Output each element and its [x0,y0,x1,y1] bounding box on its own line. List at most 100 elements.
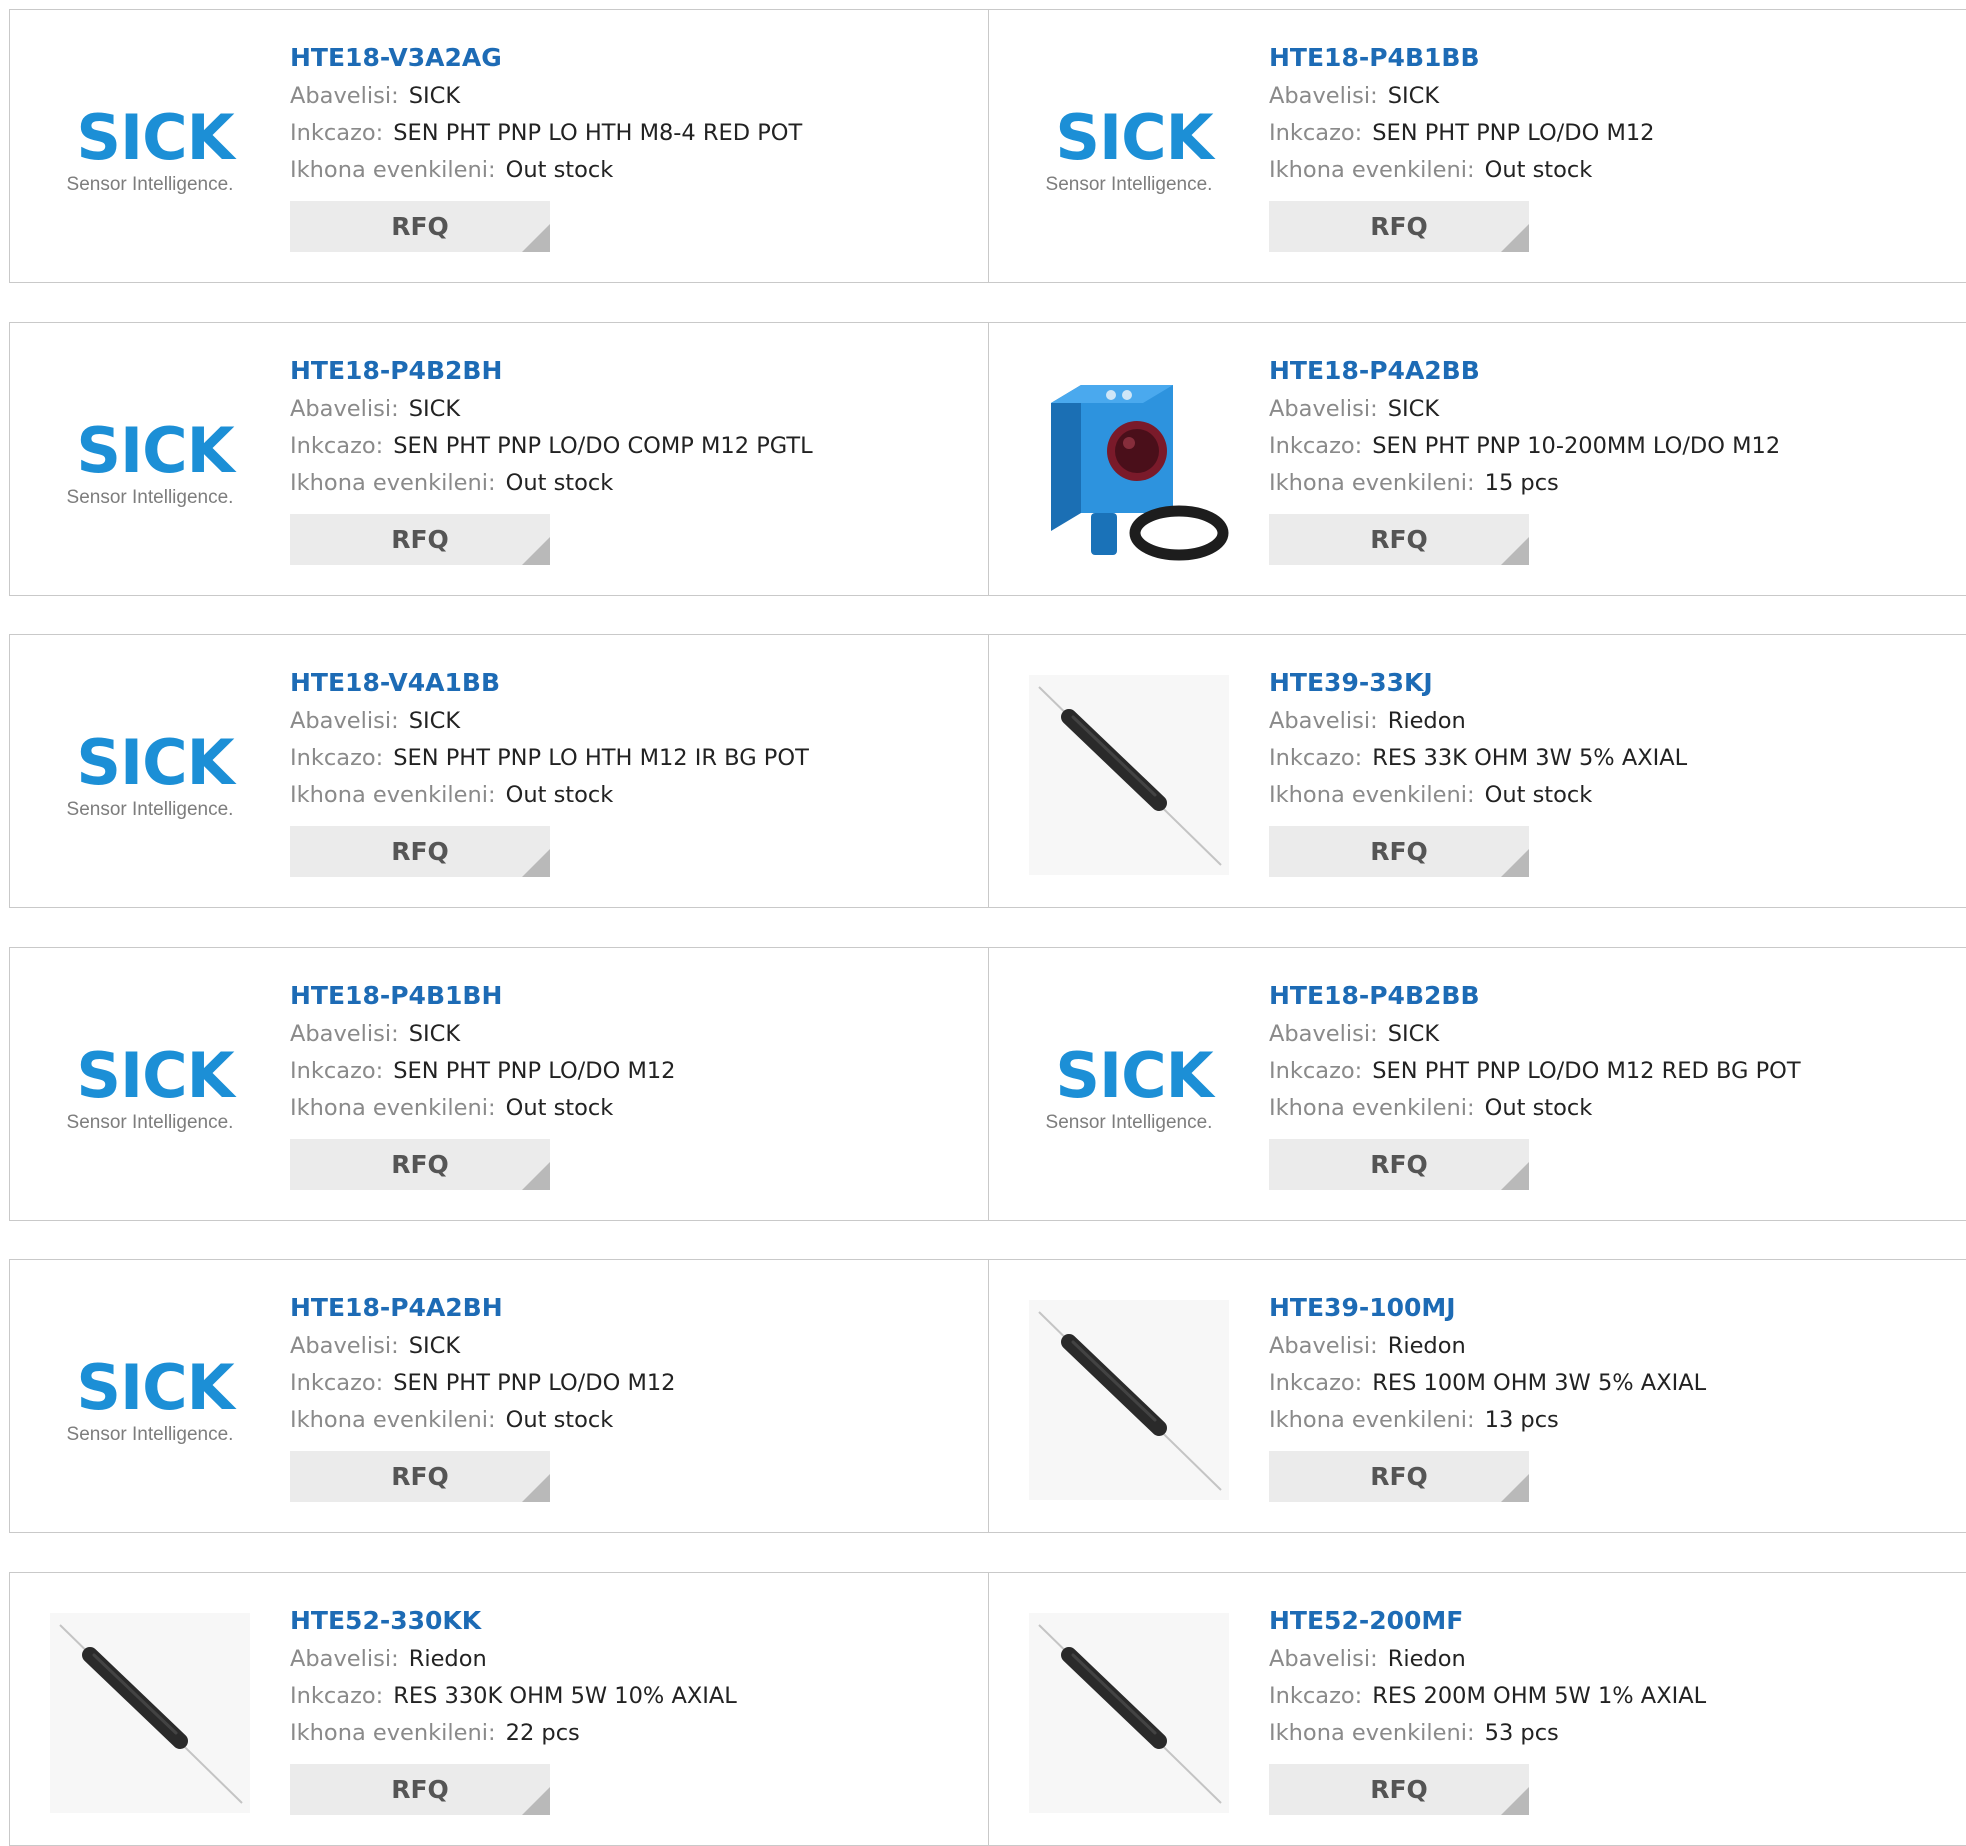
description-label: Inkcazo: [1269,745,1363,771]
product-thumbnail[interactable] [1029,1613,1229,1813]
product-thumbnail[interactable] [1029,363,1229,563]
description-value: RES 200M OHM 5W 1% AXIAL [1372,1683,1707,1709]
logo-wordmark: SICK [76,413,234,487]
product-info: HTE52-200MF Abavelisi: Riedon Inkcazo: RES… [1269,1601,1946,1815]
manufacturer-row: Abavelisi: SICK [1269,78,1946,115]
part-number-link[interactable]: HTE18-P4A2BB [1269,351,1946,391]
part-number-link[interactable]: HTE18-V4A1BB [290,663,969,703]
stock-label: Ikhona evenkileni: [290,1720,496,1746]
description-row: Inkcazo: RES 100M OHM 3W 5% AXIAL [1269,1365,1946,1402]
photoelectric-sensor-image [1029,363,1229,563]
rfq-label: RFQ [391,837,449,866]
product-thumbnail[interactable]: SICK Sensor Intelligence. [50,1300,250,1500]
part-number-link[interactable]: HTE18-P4B1BB [1269,38,1946,78]
product-info: HTE52-330KK Abavelisi: Riedon Inkcazo: RES… [290,1601,969,1815]
product-card: HTE39-33KJ Abavelisi: Riedon Inkcazo: RES … [988,634,1966,908]
stock-value: Out stock [1484,157,1593,183]
stock-row: Ikhona evenkileni: 15 pcs [1269,465,1946,502]
stock-row: Ikhona evenkileni: Out stock [290,1402,969,1439]
logo-tagline: Sensor Intelligence. [1045,1111,1213,1133]
description-row: Inkcazo: SEN PHT PNP LO HTH M12 IR BG POT [290,740,969,777]
button-corner-decoration [1501,1474,1529,1502]
product-card: HTE52-200MF Abavelisi: Riedon Inkcazo: RES… [988,1572,1966,1846]
product-thumbnail[interactable]: SICK Sensor Intelligence. [50,363,250,563]
product-thumbnail[interactable] [1029,675,1229,875]
rfq-button[interactable]: RFQ [1269,1139,1529,1190]
description-label: Inkcazo: [290,1683,384,1709]
part-number-link[interactable]: HTE18-P4B1BH [290,976,969,1016]
part-number-link[interactable]: HTE18-P4A2BH [290,1288,969,1328]
manufacturer-row: Abavelisi: SICK [290,391,969,428]
rfq-button[interactable]: RFQ [290,201,550,252]
stock-label: Ikhona evenkileni: [290,157,496,183]
description-label: Inkcazo: [290,433,384,459]
product-thumbnail[interactable] [1029,1300,1229,1500]
product-info: HTE18-P4B2BH Abavelisi: SICK Inkcazo: SEN … [290,351,969,565]
manufacturer-row: Abavelisi: Riedon [1269,1328,1946,1365]
stock-value: Out stock [505,1095,614,1121]
part-number-link[interactable]: HTE52-200MF [1269,1601,1946,1641]
stock-row: Ikhona evenkileni: Out stock [1269,152,1946,189]
button-corner-decoration [522,849,550,877]
part-number-link[interactable]: HTE18-V3A2AG [290,38,969,78]
manufacturer-label: Abavelisi: [290,1646,399,1672]
sick-logo: SICK Sensor Intelligence. [66,413,235,508]
description-value: SEN PHT PNP 10-200MM LO/DO M12 [1372,433,1781,459]
description-value: RES 33K OHM 3W 5% AXIAL [1372,745,1688,771]
description-row: Inkcazo: RES 33K OHM 3W 5% AXIAL [1269,740,1946,777]
button-corner-decoration [522,1474,550,1502]
part-number-link[interactable]: HTE18-P4B2BH [290,351,969,391]
description-row: Inkcazo: RES 200M OHM 5W 1% AXIAL [1269,1678,1946,1715]
rfq-button[interactable]: RFQ [1269,514,1529,565]
manufacturer-value: Riedon [1387,1333,1466,1359]
product-thumbnail[interactable]: SICK Sensor Intelligence. [50,988,250,1188]
part-number-link[interactable]: HTE18-P4B2BB [1269,976,1946,1016]
rfq-button[interactable]: RFQ [1269,201,1529,252]
stock-label: Ikhona evenkileni: [290,1095,496,1121]
stock-value: 53 pcs [1484,1720,1559,1746]
stock-label: Ikhona evenkileni: [1269,1407,1475,1433]
rfq-button[interactable]: RFQ [1269,1451,1529,1502]
part-number-link[interactable]: HTE39-33KJ [1269,663,1946,703]
logo-wordmark: SICK [76,1350,234,1424]
stock-label: Ikhona evenkileni: [290,782,496,808]
stock-value: 13 pcs [1484,1407,1559,1433]
product-thumbnail[interactable] [50,1613,250,1813]
rfq-button[interactable]: RFQ [290,514,550,565]
stock-row: Ikhona evenkileni: Out stock [1269,1090,1946,1127]
manufacturer-value: SICK [408,1021,461,1047]
product-thumbnail[interactable]: SICK Sensor Intelligence. [1029,50,1229,250]
rfq-button[interactable]: RFQ [1269,826,1529,877]
rfq-button[interactable]: RFQ [290,1139,550,1190]
logo-wordmark: SICK [76,1038,234,1112]
stock-label: Ikhona evenkileni: [290,470,496,496]
part-number-link[interactable]: HTE39-100MJ [1269,1288,1946,1328]
rfq-button[interactable]: RFQ [1269,1764,1529,1815]
button-corner-decoration [522,1787,550,1815]
rfq-button[interactable]: RFQ [290,1764,550,1815]
logo-tagline: Sensor Intelligence. [66,486,234,508]
stock-row: Ikhona evenkileni: Out stock [290,1090,969,1127]
product-thumbnail[interactable]: SICK Sensor Intelligence. [1029,988,1229,1188]
part-number-link[interactable]: HTE52-330KK [290,1601,969,1641]
stock-row: Ikhona evenkileni: Out stock [290,777,969,814]
manufacturer-value: SICK [1387,1021,1440,1047]
stock-value: 22 pcs [505,1720,580,1746]
axial-resistor-image [50,1613,250,1813]
product-info: HTE18-P4A2BB Abavelisi: SICK Inkcazo: SEN … [1269,351,1946,565]
button-corner-decoration [1501,849,1529,877]
product-card: SICK Sensor Intelligence. HTE18-P4B2BH A… [9,322,990,596]
product-thumbnail[interactable]: SICK Sensor Intelligence. [50,675,250,875]
stock-label: Ikhona evenkileni: [1269,470,1475,496]
manufacturer-row: Abavelisi: SICK [290,703,969,740]
axial-resistor-image [1029,675,1229,875]
rfq-label: RFQ [391,525,449,554]
manufacturer-label: Abavelisi: [1269,1333,1378,1359]
stock-value: Out stock [1484,782,1593,808]
rfq-button[interactable]: RFQ [290,1451,550,1502]
rfq-button[interactable]: RFQ [290,826,550,877]
product-thumbnail[interactable]: SICK Sensor Intelligence. [50,50,250,250]
product-info: HTE18-P4A2BH Abavelisi: SICK Inkcazo: SEN … [290,1288,969,1502]
description-row: Inkcazo: RES 330K OHM 5W 10% AXIAL [290,1678,969,1715]
logo-tagline: Sensor Intelligence. [66,798,234,820]
